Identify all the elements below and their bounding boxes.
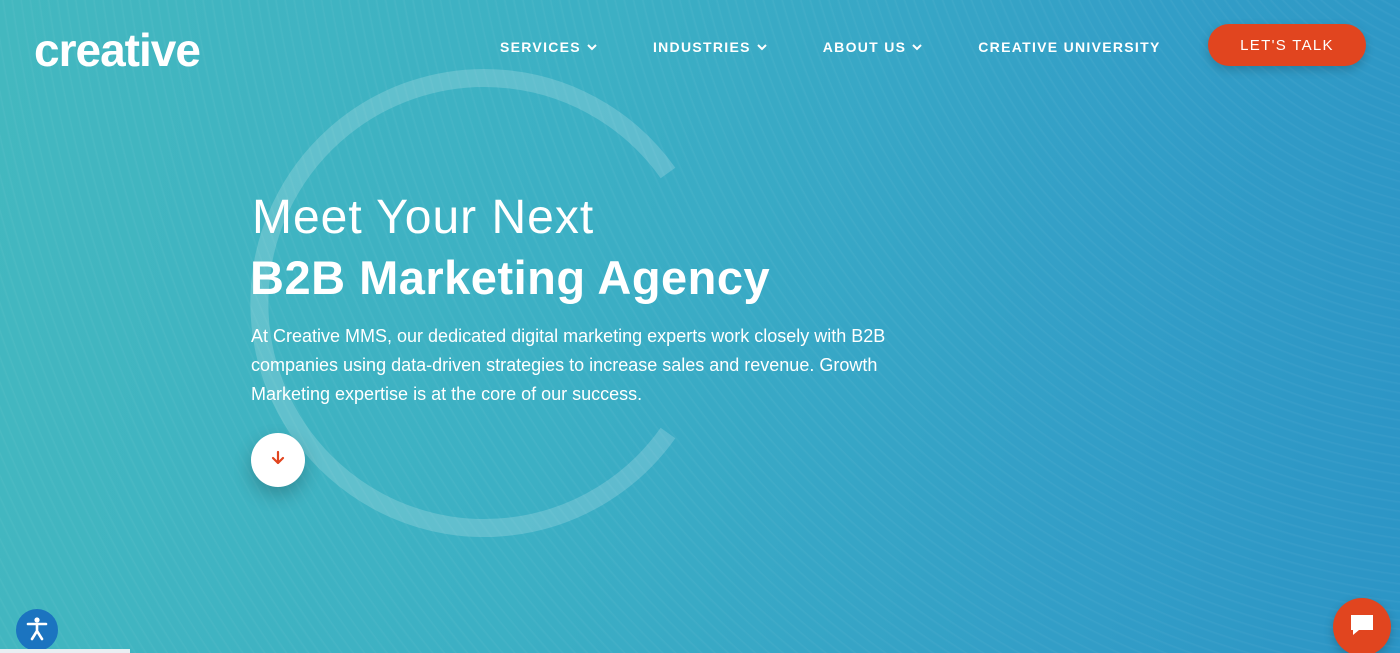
bottom-strip [0,649,130,653]
nav-item-label: SERVICES [500,39,581,55]
chat-button[interactable] [1333,598,1391,653]
accessibility-icon [23,614,51,647]
nav-item-label: ABOUT US [822,39,907,55]
svg-text:creative: creative [34,24,200,74]
main-nav: SERVICES INDUSTRIES ABOUT US CREATIVE UN… [500,30,1161,64]
nav-item-industries[interactable]: INDUSTRIES [653,39,767,55]
nav-item-label: CREATIVE UNIVERSITY [978,39,1161,55]
chevron-down-icon [912,43,922,51]
arrow-down-icon [269,449,287,472]
lets-talk-button[interactable]: LET'S TALK [1208,24,1366,66]
chevron-down-icon [757,43,767,51]
nav-item-about-us[interactable]: ABOUT US [823,39,923,55]
hero-intro-text: At Creative MMS, our dedicated digital m… [251,326,886,404]
nav-item-label: INDUSTRIES [652,39,751,55]
scroll-down-button[interactable] [251,433,305,487]
hero-headline-light: Meet Your Next [252,191,595,244]
chevron-down-icon [587,43,597,51]
hero-headline-bold: B2B Marketing Agency [250,251,771,304]
hero-section: creative SERVICES INDUSTRIES ABOUT US CR… [0,0,1400,653]
chat-bubble-icon [1348,612,1376,643]
creative-logo[interactable]: creative [34,22,214,74]
nav-item-creative-university[interactable]: CREATIVE UNIVERSITY [978,39,1160,55]
nav-item-services[interactable]: SERVICES [500,39,597,55]
accessibility-button[interactable] [16,609,58,651]
